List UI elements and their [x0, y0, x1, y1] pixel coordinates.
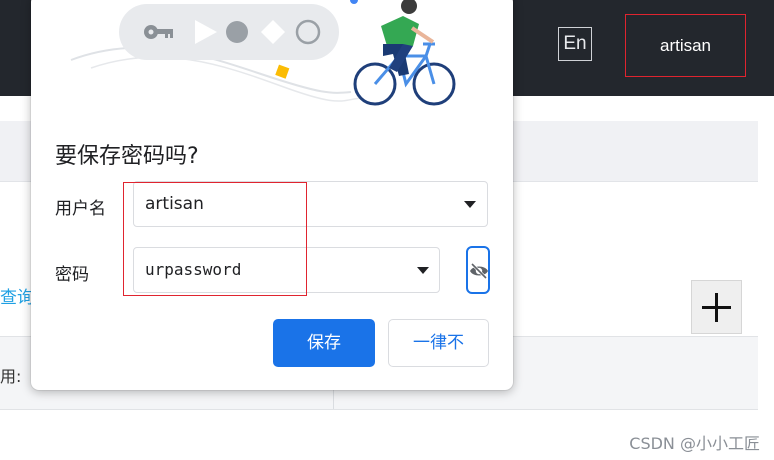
cyclist-illustration: [70, 0, 456, 106]
user-menu-button[interactable]: artisan: [625, 14, 746, 77]
circle-shape: [226, 21, 248, 43]
never-button[interactable]: 一律不: [388, 319, 489, 367]
dialog-title: 要保存密码吗?: [55, 144, 199, 169]
chevron-down-icon[interactable]: [464, 201, 476, 208]
plus-icon: [702, 293, 731, 322]
query-link[interactable]: 查询: [0, 283, 34, 308]
eye-off-icon: [470, 262, 488, 280]
username-value: artisan: [145, 194, 204, 214]
save-password-dialog: 要保存密码吗? 用户名 artisan 密码 urpassword 保存 一律不: [31, 0, 513, 390]
yellow-square: [275, 64, 290, 79]
password-label: 密码: [55, 265, 89, 285]
add-button[interactable]: [691, 280, 742, 334]
watermark: CSDN @小小工匠: [629, 434, 760, 453]
username-label: 用户名: [55, 199, 106, 219]
toggle-password-visibility-button[interactable]: [466, 246, 490, 294]
password-field[interactable]: urpassword: [133, 247, 440, 293]
username-field[interactable]: artisan: [133, 181, 488, 227]
save-button[interactable]: 保存: [273, 319, 375, 367]
language-button[interactable]: En: [558, 27, 592, 61]
password-value: urpassword: [145, 260, 242, 279]
chevron-down-icon[interactable]: [417, 267, 429, 274]
table-header-cell: 用:: [0, 367, 22, 386]
